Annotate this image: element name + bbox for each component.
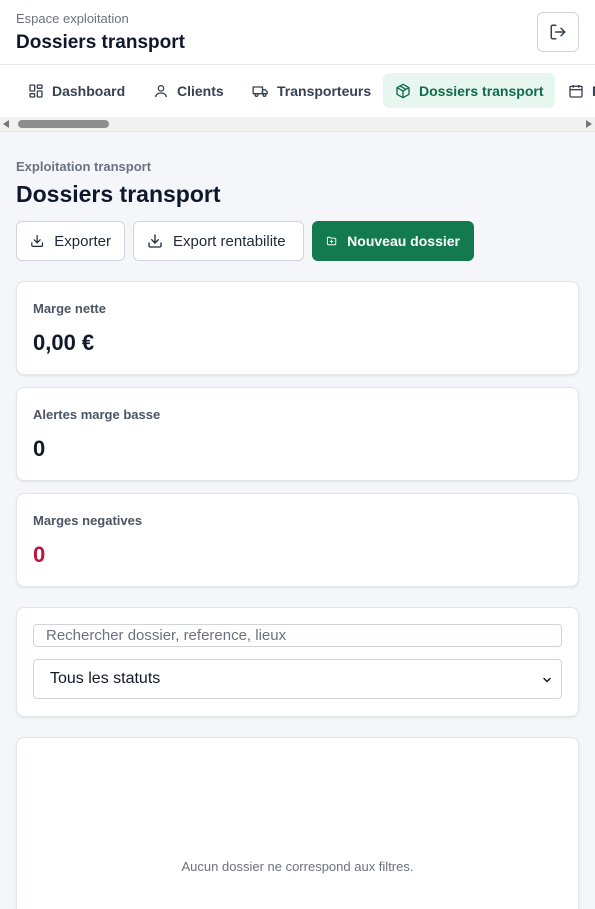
workspace-label: Espace exploitation — [16, 11, 129, 26]
scrollbar-thumb[interactable] — [18, 120, 109, 128]
tab-dossiers-label: Dossiers transport — [419, 82, 544, 99]
page-subtitle: Exploitation transport — [16, 159, 152, 174]
tab-dashboard-label: Dashboard — [52, 82, 126, 99]
logout-button[interactable] — [537, 12, 579, 52]
page-title: Dossiers transport — [16, 181, 221, 207]
kpi-card-marges-negatives: Marges negatives 0 — [16, 493, 579, 587]
export-button[interactable]: Exporter — [16, 221, 125, 261]
scroll-right-arrow-icon[interactable] — [586, 120, 592, 128]
tab-dashboard[interactable]: Dashboard — [16, 73, 137, 108]
new-dossier-button[interactable]: Nouveau dossier — [312, 221, 474, 261]
logout-icon — [550, 24, 566, 40]
results-card: Aucun dossier ne correspond aux filtres. — [16, 737, 579, 909]
top-bar: Espace exploitation Dossiers transport — [0, 0, 595, 65]
search-input[interactable] — [33, 624, 562, 647]
new-dossier-label: Nouveau dossier — [347, 233, 460, 249]
dashboard-grid-icon — [29, 83, 43, 98]
status-select-value: Tous les statuts — [50, 670, 161, 687]
user-icon — [155, 84, 167, 97]
tab-clients[interactable]: Clients — [141, 73, 236, 108]
scroll-left-arrow-icon[interactable] — [3, 120, 9, 128]
header-title: Dossiers transport — [16, 32, 185, 53]
status-select[interactable]: Tous les statuts — [33, 659, 562, 699]
folder-plus-icon — [326, 236, 337, 246]
download-icon — [31, 235, 44, 247]
main-nav-tabs: Dashboard Clients Transporteurs Dossiers… — [0, 65, 595, 117]
kpi-label: Marges negatives — [33, 513, 143, 528]
kpi-label: Alertes marge basse — [33, 407, 161, 422]
kpi-card-alertes-marge: Alertes marge basse 0 — [16, 387, 579, 481]
tabs-scrollbar[interactable] — [0, 117, 595, 132]
kpi-value: 0,00 € — [33, 330, 95, 355]
tab-transporteurs-label: Transporteurs — [277, 82, 372, 99]
kpi-value-negative: 0 — [33, 542, 46, 567]
calendar-icon — [569, 84, 583, 98]
download-icon — [148, 234, 162, 248]
chevron-down-icon — [543, 677, 551, 683]
tab-dossiers-transport[interactable]: Dossiers transport — [383, 73, 556, 108]
kpi-card-marge-nette: Marge nette 0,00 € — [16, 281, 579, 375]
export-rentabilite-button[interactable]: Export rentabilite — [133, 221, 304, 261]
tab-clients-label: Clients — [177, 82, 224, 99]
truck-icon — [252, 85, 268, 97]
export-button-label: Exporter — [54, 232, 111, 250]
filters-card: Tous les statuts — [16, 607, 579, 717]
export-rentabilite-label: Export rentabilite — [173, 232, 286, 250]
kpi-value: 0 — [33, 436, 46, 461]
package-icon — [396, 83, 410, 98]
tab-transporteurs[interactable]: Transporteurs — [240, 73, 383, 108]
empty-state-message: Aucun dossier ne correspond aux filtres. — [181, 859, 414, 874]
tab-planning[interactable]: P — [556, 73, 595, 108]
kpi-label: Marge nette — [33, 301, 106, 316]
